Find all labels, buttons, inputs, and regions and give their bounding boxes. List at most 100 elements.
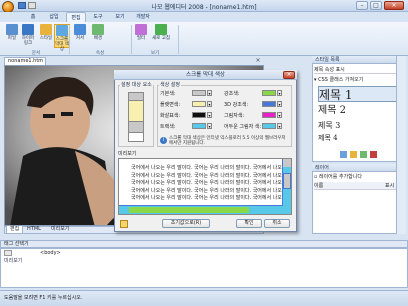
color-swatch[interactable] [192, 123, 206, 129]
tab-edit-view[interactable]: 편집 [6, 226, 24, 234]
chevron-down-icon[interactable]: ▾ [277, 112, 282, 118]
color-label: 플랫면색: [160, 102, 181, 108]
background-label: 배경 [93, 36, 103, 41]
preview-text-line: 국어에서 나오는 우리 말이다. 국어는 우리 나라의 말이다. 국어에서 나오 [131, 172, 282, 179]
refresh-button[interactable]: 새로 고침 [152, 24, 170, 48]
scrollbar-color-icon [56, 25, 68, 36]
title-bar: 나모 웹에디터 2008 - [noname1.htm] [0, 0, 408, 12]
hyperlink-button[interactable]: 하이퍼링크 [20, 24, 36, 48]
preview-text-line: 국어에서 나오는 우리 말이다. 국어는 우리 나라의 말이다. 국어에서 나오 [131, 195, 282, 201]
chevron-down-icon[interactable]: ▾ [277, 123, 282, 129]
group-label-properties: 속성 [95, 51, 105, 56]
chevron-down-icon[interactable]: ▾ [207, 112, 212, 118]
style-heading-2[interactable]: 제목 2 [318, 105, 346, 117]
style-panel-tab[interactable]: 제목 속성 표시 [314, 66, 402, 74]
tag-body[interactable]: <body> [40, 250, 61, 257]
preview-text-line: 국어에서 나오는 우리 말이다. 국어는 우리 나라의 말이다. 국어에서 나오 [131, 187, 282, 194]
color-label: 강조색: [224, 91, 240, 97]
refresh-icon [155, 24, 167, 35]
background-icon [92, 24, 104, 35]
info-icon: i [160, 137, 167, 144]
css-class-import[interactable]: ▾ CSS 클래스 가져오기 [314, 76, 402, 84]
preview-hscrollbar [119, 205, 283, 214]
edit-style-icon[interactable] [350, 151, 357, 158]
preview-text-line: 국어에서 나오는 우리 말이다. 국어는 우리 나라의 말이다. 국어에서 나오 [131, 180, 282, 186]
dialog-close-button[interactable]: × [283, 71, 295, 79]
cancel-button[interactable]: 취소 [264, 219, 290, 228]
close-document-icon[interactable]: × [254, 58, 262, 64]
style-panel-title: 스타일 목록 [312, 56, 406, 64]
filter-icon [135, 24, 147, 35]
style-icon [40, 24, 52, 35]
style-button[interactable]: 스타일 [38, 24, 54, 48]
filter-button[interactable]: 필터 [132, 24, 150, 48]
file-icon [6, 24, 18, 35]
filter-label: 필터 [136, 36, 146, 41]
maximize-button[interactable]: □ [370, 1, 382, 10]
add-layer-label: 레이어를 추가합니다 [318, 174, 362, 180]
background-button[interactable]: 배경 [90, 24, 106, 48]
cursor-button[interactable]: 커서 [72, 24, 88, 48]
color-swatch[interactable] [262, 101, 276, 107]
layer-col-name: 이름 [314, 183, 324, 189]
file-button[interactable]: 파일 [4, 24, 20, 48]
cursor-icon [74, 24, 86, 35]
document-tab[interactable]: noname1.htm [4, 57, 46, 65]
chevron-down-icon[interactable]: ▾ [207, 123, 212, 129]
color-label: 기본색: [160, 91, 176, 97]
color-label: 화살표색: [160, 113, 181, 119]
reset-button[interactable]: 초기값으로(R) [162, 219, 210, 228]
style-heading-3[interactable]: 제목 3 [318, 121, 340, 131]
help-icon[interactable] [120, 220, 128, 228]
style-heading-1[interactable]: 제목 1 [318, 86, 400, 102]
group-label-view: 보기 [150, 51, 160, 56]
dialog-title: 스크롤 막대 색상 [114, 70, 297, 80]
preview-box: 국어에서 나오는 우리 말이다. 국어는 우리 나라의 말이다. 국어에서 나오… [118, 158, 292, 215]
new-style-icon[interactable] [340, 151, 347, 158]
preview-scrollbar [282, 159, 291, 214]
ok-button[interactable]: 확인 [236, 219, 262, 228]
tab-preview-view[interactable]: 미리보기 [48, 226, 72, 234]
save-icon[interactable] [18, 2, 26, 9]
delete-style-icon[interactable] [370, 151, 377, 158]
chevron-down-icon[interactable]: ▾ [277, 90, 282, 96]
tag-panel-title: 태그 선택기 [4, 241, 29, 247]
minimize-button[interactable]: – [356, 1, 368, 10]
tab-view[interactable]: 보기 [110, 12, 130, 22]
color-swatch[interactable] [262, 112, 276, 118]
group-label-document: 문서 [31, 51, 41, 56]
hyperlink-label: 하이퍼링크 [21, 36, 35, 46]
undo-icon[interactable] [28, 2, 36, 9]
color-swatch[interactable] [262, 90, 276, 96]
style-heading-4[interactable]: 제목 4 [318, 134, 338, 143]
tag-panel-header [0, 240, 408, 248]
tab-home[interactable]: 홈 [24, 12, 42, 22]
close-button[interactable]: ✕ [384, 1, 404, 10]
tab-edit[interactable]: 편집 [66, 12, 86, 22]
chevron-down-icon[interactable]: ▾ [207, 90, 212, 96]
tag-panel-body [0, 248, 408, 288]
tab-html-view[interactable]: HTML [24, 226, 44, 234]
layer-panel-title: 레이어 [312, 164, 406, 172]
color-label: 트랙색: [160, 124, 176, 130]
refresh-label: 새로 고침 [152, 36, 170, 41]
tab-developer[interactable]: 개발자 [132, 12, 154, 22]
tab-tools[interactable]: 도구 [88, 12, 108, 22]
tab-insert[interactable]: 삽입 [44, 12, 64, 22]
chevron-down-icon[interactable]: ▾ [277, 101, 282, 107]
apply-style-icon[interactable] [360, 151, 367, 158]
layer-col-visibility: 표시 [385, 183, 395, 189]
scrollbar-sample[interactable] [128, 92, 144, 142]
color-label: 어두운 그림자 색: [224, 124, 262, 130]
style-label: 스타일 [39, 36, 53, 41]
add-layer-row[interactable]: ▫ 레이어를 추가합니다 [314, 173, 402, 181]
color-swatch[interactable] [192, 101, 206, 107]
ribbon-separator [178, 25, 179, 54]
scrollbar-color-button[interactable]: 스크롤 막대 색상 [54, 24, 70, 52]
tag-panel-preview-tab[interactable]: 미리보기 [4, 258, 22, 265]
color-swatch[interactable] [192, 90, 206, 96]
status-text: 도움말을 보려면 F1 키를 누르십시오. [4, 295, 83, 301]
chevron-down-icon[interactable]: ▾ [207, 101, 212, 107]
color-swatch[interactable] [262, 123, 276, 129]
color-swatch[interactable] [192, 112, 206, 118]
